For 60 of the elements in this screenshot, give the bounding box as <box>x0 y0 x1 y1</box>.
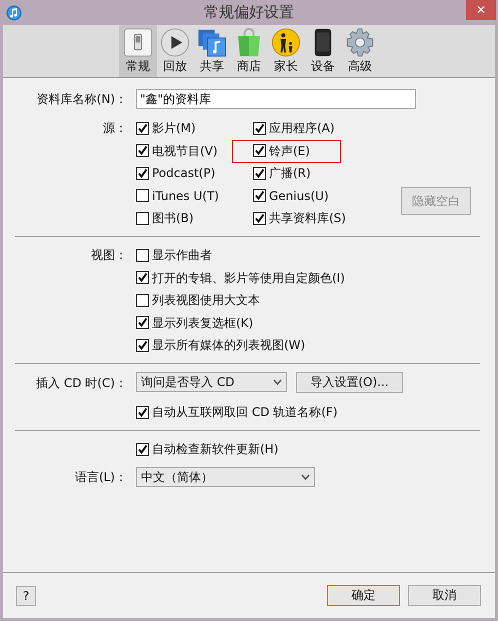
play-icon <box>159 28 191 57</box>
toolbar-tab[interactable]: 商店 <box>230 25 268 77</box>
checkbox-option[interactable]: 应用程序(A) <box>253 118 393 138</box>
toolbar-tab[interactable]: 回放 <box>156 25 194 77</box>
section-label: 视图： <box>90 247 128 264</box>
checkbox-option[interactable]: 显示所有媒体的列表视图(W) <box>136 335 306 355</box>
toolbar-tab[interactable]: 家长 <box>267 25 305 77</box>
checkbox-option[interactable]: iTunes U(T) <box>136 186 253 206</box>
check-mark-icon <box>137 317 148 328</box>
checkbox-option[interactable]: 铃声(E) <box>253 140 393 160</box>
field-label: 语言(L)： <box>74 469 128 486</box>
language-dropdown[interactable]: 中文（简体） <box>136 467 315 487</box>
switch-icon <box>122 28 154 57</box>
checkbox-option[interactable]: 显示作曲者 <box>136 245 212 265</box>
checkbox-option[interactable]: 打开的专辑、影片等使用自定颜色(I) <box>136 268 345 288</box>
checkbox-option[interactable]: Genius(U) <box>253 186 393 206</box>
toolbar-tab[interactable]: 设备 <box>304 25 342 77</box>
check-mark-icon <box>137 272 148 283</box>
check-mark-icon <box>254 212 265 224</box>
check-mark-icon <box>254 145 265 156</box>
check-mark-icon <box>254 190 265 201</box>
check-mark-icon <box>254 122 265 134</box>
check-mark-icon <box>137 168 148 178</box>
checkbox-option[interactable]: 自动从互联网取回 CD 轨道名称(F) <box>136 402 338 422</box>
checkbox-option[interactable]: Podcast(P) <box>136 163 253 183</box>
import-settings-button[interactable]: 导入设置(O)... <box>296 372 403 393</box>
toolbar-tab[interactable]: 常规 <box>119 25 157 77</box>
close-button[interactable]: ✕ <box>466 0 496 20</box>
cd-action-dropdown[interactable]: 询问是否导入 CD <box>136 372 287 392</box>
music-note-icon <box>6 4 22 20</box>
field-label: 插入 CD 时(C)： <box>35 375 128 392</box>
cancel-button[interactable]: 取消 <box>408 585 481 606</box>
check-mark-icon <box>137 145 148 156</box>
check-mark-icon <box>137 444 148 454</box>
checkbox-option[interactable]: 列表视图使用大文本 <box>136 290 260 310</box>
gear-icon <box>344 28 376 57</box>
window-title: 常规偏好设置 <box>204 3 294 22</box>
ok-button[interactable]: 确定 <box>327 585 400 606</box>
toolbar-tab[interactable]: 共享 <box>193 25 231 77</box>
check-mark-icon <box>137 340 148 350</box>
checkbox-option[interactable]: 广播(R) <box>253 163 393 183</box>
check-mark-icon <box>254 168 265 178</box>
checkbox-option[interactable]: 图书(B) <box>136 208 253 228</box>
field-label: 资料库名称(N)： <box>36 91 128 108</box>
caret-icon <box>301 474 310 480</box>
parent-child-icon <box>270 28 302 57</box>
phone-icon <box>313 28 333 57</box>
check-mark-icon <box>137 406 148 418</box>
caret-icon <box>273 379 282 385</box>
checkbox-option[interactable]: 电视节目(V) <box>136 140 253 160</box>
checkbox-option[interactable]: 自动检查新软件更新(H) <box>136 439 278 459</box>
music-note-icon <box>196 28 228 57</box>
checkbox-option[interactable]: 共享资料库(S) <box>253 208 393 228</box>
section-label: 源： <box>102 120 128 137</box>
library-name-field[interactable]: "鑫"的资料库 <box>136 89 416 109</box>
toolbar-tab[interactable]: 高级 <box>341 25 379 77</box>
checkbox-option[interactable]: 影片(M) <box>136 118 253 138</box>
help-button[interactable]: ? <box>16 586 36 606</box>
check-mark-icon <box>137 122 148 134</box>
checkbox-option[interactable]: 显示列表复选框(K) <box>136 312 254 332</box>
